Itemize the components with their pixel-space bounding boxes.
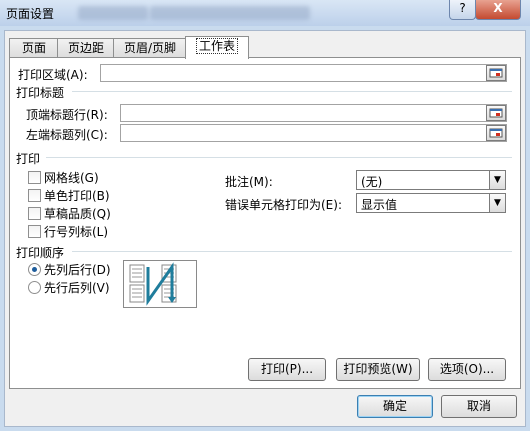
cols-to-repeat-input[interactable]: [120, 124, 507, 142]
over-then-down-label: 先行后列(V): [44, 281, 110, 295]
rows-to-repeat-input[interactable]: [120, 104, 507, 122]
print-preview-button[interactable]: 打印预览(W): [336, 358, 420, 381]
cell-errors-select[interactable]: 显示值 ▼: [356, 193, 506, 213]
page-order-preview: [123, 260, 197, 308]
tab-header-footer[interactable]: 页眉/页脚: [113, 38, 187, 58]
blurred-region: [150, 6, 310, 20]
range-selector-icon[interactable]: [486, 105, 506, 121]
print-area-input[interactable]: [100, 64, 507, 82]
page-order-heading: 打印顺序: [16, 246, 65, 260]
cell-errors-value: 显示值: [361, 198, 398, 212]
gridlines-label: 网格线(G): [44, 171, 99, 185]
divider: [46, 157, 512, 158]
tab-sheet[interactable]: 工作表: [185, 36, 249, 59]
tab-margins[interactable]: 页边距: [57, 38, 115, 58]
print-titles-heading: 打印标题: [16, 86, 65, 100]
cols-to-repeat-label: 左端标题列(C):: [26, 128, 108, 142]
divider: [72, 251, 512, 252]
cancel-button[interactable]: 取消: [441, 395, 517, 418]
over-then-down-radio[interactable]: [28, 281, 41, 294]
print-button[interactable]: 打印(P)...: [248, 358, 326, 381]
chevron-down-icon[interactable]: ▼: [489, 171, 505, 189]
comments-select[interactable]: (无) ▼: [356, 170, 506, 190]
close-button[interactable]: X: [475, 0, 521, 20]
down-then-over-label: 先列后行(D): [44, 263, 111, 277]
black-white-checkbox[interactable]: [28, 189, 41, 202]
dialog-title: 页面设置: [6, 7, 55, 21]
help-button[interactable]: ?: [449, 0, 476, 20]
range-selector-icon[interactable]: [486, 125, 506, 141]
chevron-down-icon[interactable]: ▼: [489, 194, 505, 212]
ok-button[interactable]: 确定: [357, 395, 433, 418]
tab-page[interactable]: 页面: [9, 38, 59, 58]
blurred-region: [78, 6, 148, 20]
gridlines-checkbox[interactable]: [28, 171, 41, 184]
radio-dot: [32, 267, 37, 272]
draft-quality-checkbox[interactable]: [28, 207, 41, 220]
sheet-panel: 打印区域(A): 打印标题 顶端标题行(R): 左端标题列(C): 打印 网格线…: [9, 57, 521, 389]
black-white-label: 单色打印(B): [44, 189, 110, 203]
comments-label: 批注(M):: [225, 175, 273, 189]
title-bar: 页面设置 ? X: [0, 0, 530, 26]
dialog-body: 页面 页边距 页眉/页脚 工作表 打印区域(A): 打印标题 顶端标题行(R):…: [4, 30, 526, 427]
print-area-label: 打印区域(A):: [18, 68, 88, 82]
cell-errors-label: 错误单元格打印为(E):: [225, 198, 342, 212]
draft-quality-label: 草稿品质(Q): [44, 207, 111, 221]
comments-value: (无): [361, 175, 383, 189]
tab-sheet-label: 工作表: [195, 38, 238, 54]
rows-to-repeat-label: 顶端标题行(R):: [26, 108, 108, 122]
row-col-headings-label: 行号列标(L): [44, 225, 109, 239]
divider: [72, 91, 512, 92]
down-then-over-radio[interactable]: [28, 263, 41, 276]
options-button[interactable]: 选项(O)...: [428, 358, 506, 381]
range-selector-icon[interactable]: [486, 65, 506, 81]
row-col-headings-checkbox[interactable]: [28, 225, 41, 238]
print-heading: 打印: [16, 152, 41, 166]
